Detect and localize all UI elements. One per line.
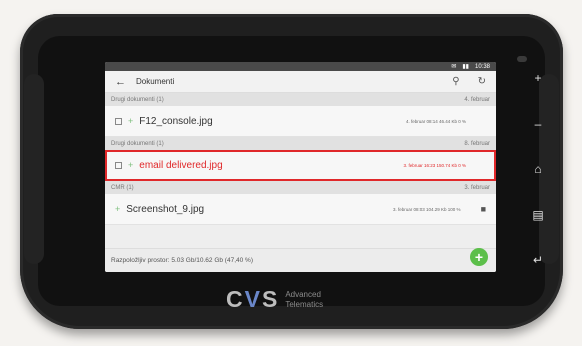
upload-icon: +: [115, 204, 121, 214]
document-meta: 3. februar 08:03 104.29 Kb 100 %: [393, 206, 461, 212]
document-meta: 3. februar 16:23 150.74 Kb 0 %: [403, 162, 466, 168]
section-label: Drugi dokumenti (1): [111, 140, 164, 147]
document-name: F12_console.jpg: [139, 115, 213, 127]
back-arrow-icon[interactable]: ←: [115, 76, 126, 88]
home-button[interactable]: ⌂: [534, 155, 541, 183]
upload-icon: +: [128, 116, 134, 126]
section-label: CMR (1): [111, 184, 134, 191]
row-checkbox[interactable]: [115, 161, 122, 169]
volume-down-button[interactable]: –: [535, 110, 542, 138]
section-date: 8. februar: [464, 140, 490, 147]
page-title: Dokumenti: [136, 77, 175, 86]
status-bar: ✉ ▮▮ 10:38: [105, 62, 496, 71]
indicator-light: [517, 56, 527, 62]
status-time: 10:38: [474, 63, 490, 70]
tablet-screen: ✉ ▮▮ 10:38 ← Dokumenti ⚲ ↻ Drugi dokumen…: [105, 62, 496, 272]
app-bar: ← Dokumenti ⚲ ↻: [105, 71, 496, 93]
add-button[interactable]: +: [470, 248, 488, 266]
upload-icon: +: [128, 160, 134, 170]
battery-icon: ▮▮: [462, 64, 469, 70]
section-header: Drugi dokumenti (1) 8. februar: [105, 137, 496, 150]
document-name: Screenshot_9.jpg: [126, 203, 205, 215]
document-row-highlighted[interactable]: + email delivered.jpg 3. februar 16:23 1…: [105, 150, 496, 181]
brand-tagline: Advanced Telematics: [285, 289, 324, 309]
brand-logo: CVS Advanced Telematics: [226, 286, 323, 313]
storage-footer: Razpoložljiv prostor: 5.03 Gb/10.62 Gb (…: [105, 248, 496, 272]
sync-icon[interactable]: ↻: [478, 76, 486, 87]
section-header: Drugi dokumenti (1) 4. februar: [105, 93, 496, 106]
document-row[interactable]: + Screenshot_9.jpg 3. februar 08:03 104.…: [105, 194, 496, 225]
left-bumper: [24, 74, 44, 264]
cvs-logo: CVS: [226, 286, 280, 312]
mail-icon: ✉: [451, 64, 457, 70]
document-meta: 4. februar 08:14 46.44 Kb 0 %: [405, 118, 466, 124]
section-date: 4. februar: [464, 96, 490, 103]
back-button[interactable]: ↵: [533, 246, 543, 274]
section-header: CMR (1) 3. februar: [105, 181, 496, 194]
menu-button[interactable]: ▤: [532, 201, 543, 229]
storage-text: Razpoložljiv prostor: 5.03 Gb/10.62 Gb (…: [111, 257, 253, 264]
volume-up-button[interactable]: +: [534, 64, 541, 92]
row-checkbox[interactable]: [115, 117, 122, 125]
trash-icon[interactable]: ■: [481, 204, 486, 214]
section-label: Drugi dokumenti (1): [111, 96, 164, 103]
document-row[interactable]: + F12_console.jpg 4. februar 08:14 46.44…: [105, 106, 496, 137]
section-date: 3. februar: [464, 184, 490, 191]
search-icon[interactable]: ⚲: [452, 76, 459, 87]
document-name: email delivered.jpg: [139, 159, 223, 171]
side-keys: + – ⌂ ▤ ↵: [522, 64, 554, 274]
